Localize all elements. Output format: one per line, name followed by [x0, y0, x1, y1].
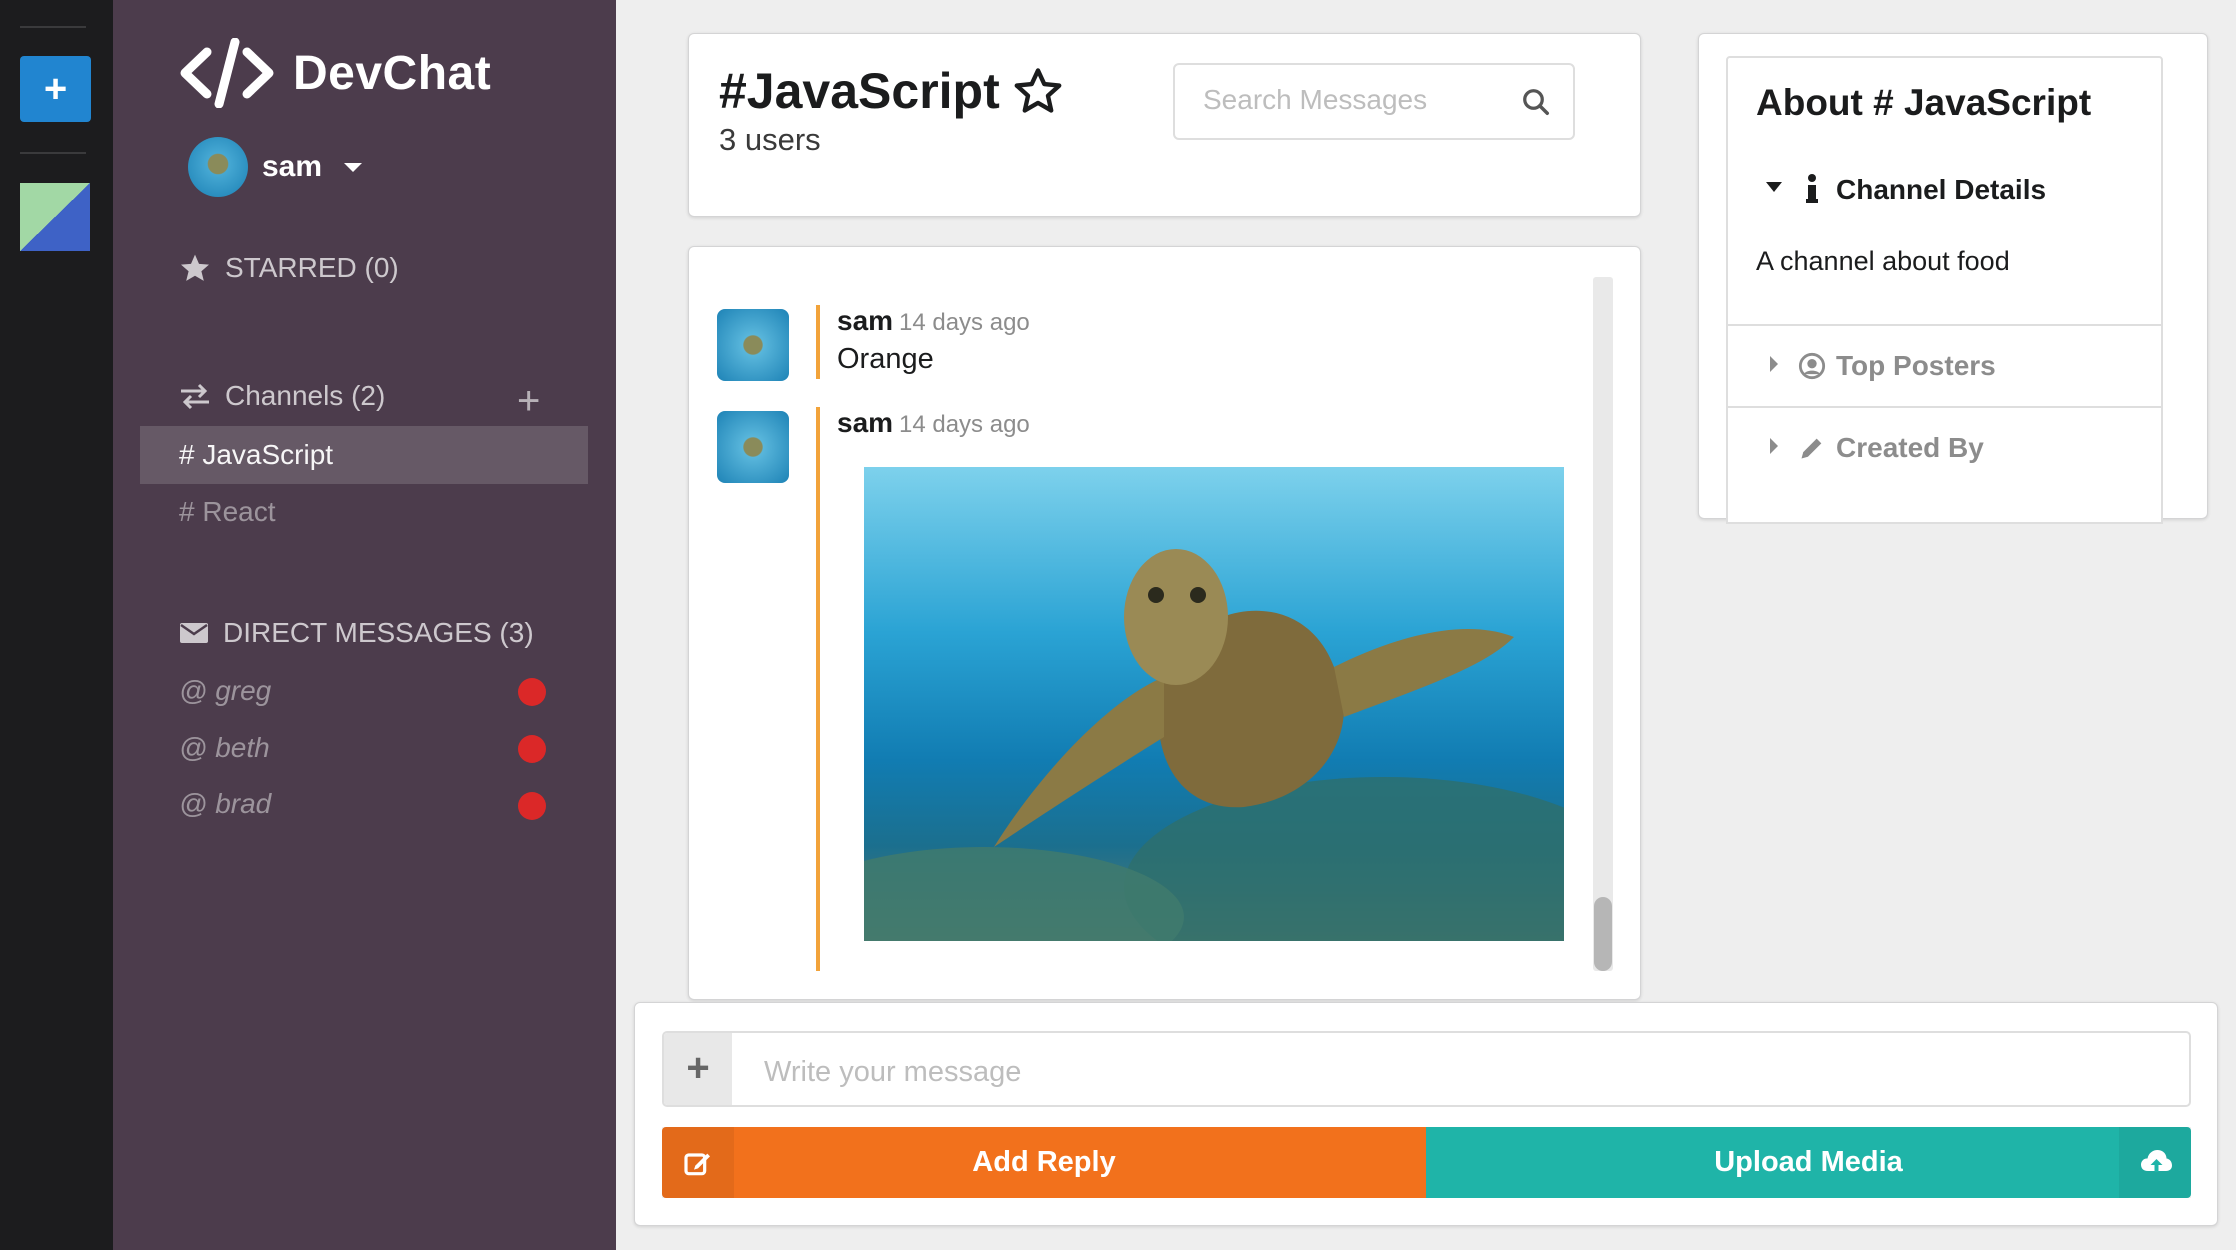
meta-panel-title: About # JavaScript — [1756, 82, 2092, 123]
rail-divider — [20, 26, 86, 28]
brand: DevChat — [179, 38, 491, 108]
edit-icon — [662, 1127, 734, 1198]
dm-item-brad[interactable]: @ brad — [179, 788, 271, 820]
caret-down-icon — [1766, 182, 1782, 192]
cloud-upload-icon — [2119, 1127, 2191, 1198]
accordion-label: Channel Details — [1836, 174, 2047, 205]
search-icon[interactable] — [1521, 87, 1551, 117]
add-icon[interactable]: + — [664, 1033, 732, 1105]
star-icon — [181, 254, 209, 281]
add-reply-button[interactable]: Add Reply — [662, 1127, 1426, 1198]
status-dot — [518, 792, 546, 820]
accordion-top-posters[interactable]: Top Posters — [1728, 326, 2161, 406]
add-reply-label: Add Reply — [972, 1146, 1116, 1178]
search-input[interactable] — [1201, 83, 1501, 117]
caret-right-icon — [1770, 356, 1778, 372]
message-timestamp: 14 days ago — [899, 411, 1030, 438]
messages-panel: sam 14 days ago Orange sam 14 days ago — [688, 246, 1641, 1000]
message-avatar — [717, 309, 789, 381]
caret-right-icon — [1770, 438, 1778, 454]
channel-header: #JavaScript 3 users — [688, 33, 1641, 217]
user-circle-icon — [1798, 352, 1826, 380]
channel-item-javascript[interactable]: # JavaScript — [140, 426, 588, 484]
accordion: Channel Details A channel about food Top… — [1726, 148, 2163, 524]
status-dot — [518, 678, 546, 706]
side-panel: DevChat sam STARRED (0) Channels (2) + #… — [113, 0, 616, 1250]
direct-messages-header: DIRECT MESSAGES (3) — [179, 617, 534, 649]
message-input[interactable] — [762, 1055, 1962, 1090]
star-outline-icon[interactable] — [1012, 65, 1064, 117]
message-author: sam — [837, 407, 894, 438]
accordion-channel-details[interactable]: Channel Details A channel about food — [1728, 148, 2161, 324]
message-author: sam — [837, 305, 894, 336]
mail-icon — [180, 623, 208, 643]
accordion-label: Top Posters — [1836, 350, 1996, 381]
channels-label: Channels (2) — [225, 380, 386, 411]
message-accent — [816, 305, 820, 379]
starred-header: STARRED (0) — [179, 252, 399, 284]
add-channel-button[interactable]: + — [517, 381, 540, 421]
message-accent — [816, 407, 820, 971]
direct-messages-label: DIRECT MESSAGES (3) — [223, 617, 534, 648]
channels-header: Channels (2) — [179, 380, 385, 412]
accordion-created-by[interactable]: Created By — [1728, 408, 2161, 488]
message-form: + Add Reply Upload Media — [634, 1002, 2218, 1226]
channel-name: #JavaScript — [719, 63, 1000, 119]
search-box — [1173, 63, 1575, 140]
message-avatar — [717, 411, 789, 483]
color-swatch[interactable] — [20, 183, 90, 251]
caret-down-icon — [344, 162, 363, 172]
avatar — [188, 137, 248, 197]
user-dropdown[interactable]: sam — [188, 137, 363, 197]
user-count: 3 users — [719, 122, 821, 157]
starred-label: STARRED (0) — [225, 252, 399, 283]
upload-media-button[interactable]: Upload Media — [1426, 1127, 2191, 1198]
dm-item-greg[interactable]: @ greg — [179, 675, 271, 707]
channel-description: A channel about food — [1756, 246, 2010, 276]
message-timestamp: 14 days ago — [899, 309, 1030, 336]
upload-media-label: Upload Media — [1714, 1146, 1903, 1178]
user-name: sam — [262, 150, 323, 183]
message-input-group: + — [662, 1031, 2191, 1107]
message-image[interactable] — [864, 467, 1564, 941]
info-icon — [1806, 174, 1818, 203]
rail-divider — [20, 152, 86, 154]
status-dot — [518, 735, 546, 763]
pencil-icon — [1801, 438, 1822, 459]
meta-panel: About # JavaScript Channel Details A cha… — [1698, 33, 2208, 524]
message-text: Orange — [837, 343, 934, 375]
exchange-icon — [181, 383, 209, 410]
meta-panel-title-box: About # JavaScript — [1726, 56, 2163, 150]
app-name: DevChat — [293, 46, 492, 100]
channel-item-react[interactable]: # React — [140, 483, 588, 541]
dm-item-beth[interactable]: @ beth — [179, 732, 270, 764]
messages-scrollbar[interactable] — [1593, 277, 1613, 971]
accordion-label: Created By — [1836, 432, 1984, 463]
add-color-button[interactable]: + — [20, 56, 91, 122]
code-icon — [180, 38, 274, 108]
color-panel: + — [0, 0, 113, 1250]
channel-title: #JavaScript — [719, 62, 1064, 120]
